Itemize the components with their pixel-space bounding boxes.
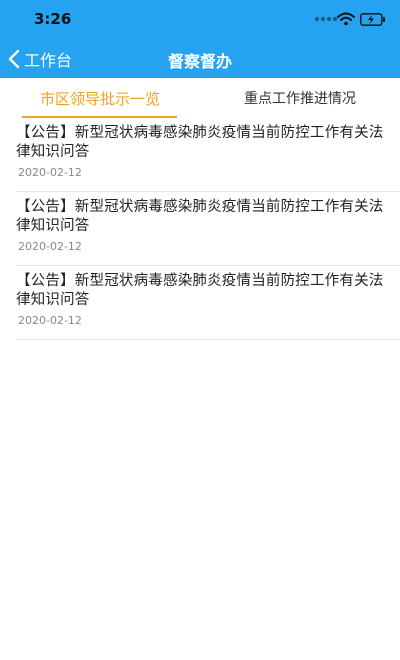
item-title: 【公告】新型冠状病毒感染肺炎疫情当前防控工作有关法律知识问答 bbox=[16, 273, 384, 308]
list-item[interactable]: 【公告】新型冠状病毒感染肺炎疫情当前防控工作有关法律知识问答 2020-02-1… bbox=[16, 266, 400, 340]
item-date: 2020-02-12 bbox=[18, 240, 82, 253]
list-item[interactable]: 【公告】新型冠状病毒感染肺炎疫情当前防控工作有关法律知识问答 2020-02-1… bbox=[16, 118, 400, 192]
tab-leader-instructions[interactable]: 市区领导批示一览 bbox=[0, 78, 200, 118]
top-bar: 3:26 工作台 督察督办 bbox=[0, 0, 400, 78]
status-bar: 3:26 bbox=[0, 0, 400, 40]
page-title: 督察督办 bbox=[167, 52, 232, 71]
tab-bar: 市区领导批示一览 重点工作推进情况 bbox=[0, 78, 400, 118]
announcement-list: 【公告】新型冠状病毒感染肺炎疫情当前防控工作有关法律知识问答 2020-02-1… bbox=[0, 118, 400, 340]
nav-bar: 工作台 督察督办 bbox=[0, 40, 400, 78]
item-title: 【公告】新型冠状病毒感染肺炎疫情当前防控工作有关法律知识问答 bbox=[16, 125, 384, 160]
item-date: 2020-02-12 bbox=[18, 314, 82, 327]
tab-label: 重点工作推进情况 bbox=[244, 91, 356, 107]
status-time: 3:26 bbox=[34, 10, 72, 28]
list-item[interactable]: 【公告】新型冠状病毒感染肺炎疫情当前防控工作有关法律知识问答 2020-02-1… bbox=[16, 192, 400, 266]
tab-label: 市区领导批示一览 bbox=[39, 89, 160, 108]
item-title: 【公告】新型冠状病毒感染肺炎疫情当前防控工作有关法律知识问答 bbox=[16, 199, 384, 234]
tab-key-work-progress[interactable]: 重点工作推进情况 bbox=[200, 78, 400, 118]
wifi-icon bbox=[337, 12, 355, 26]
signal-dots-icon bbox=[315, 17, 337, 21]
item-date: 2020-02-12 bbox=[18, 166, 82, 179]
battery-charging-icon bbox=[360, 13, 385, 26]
